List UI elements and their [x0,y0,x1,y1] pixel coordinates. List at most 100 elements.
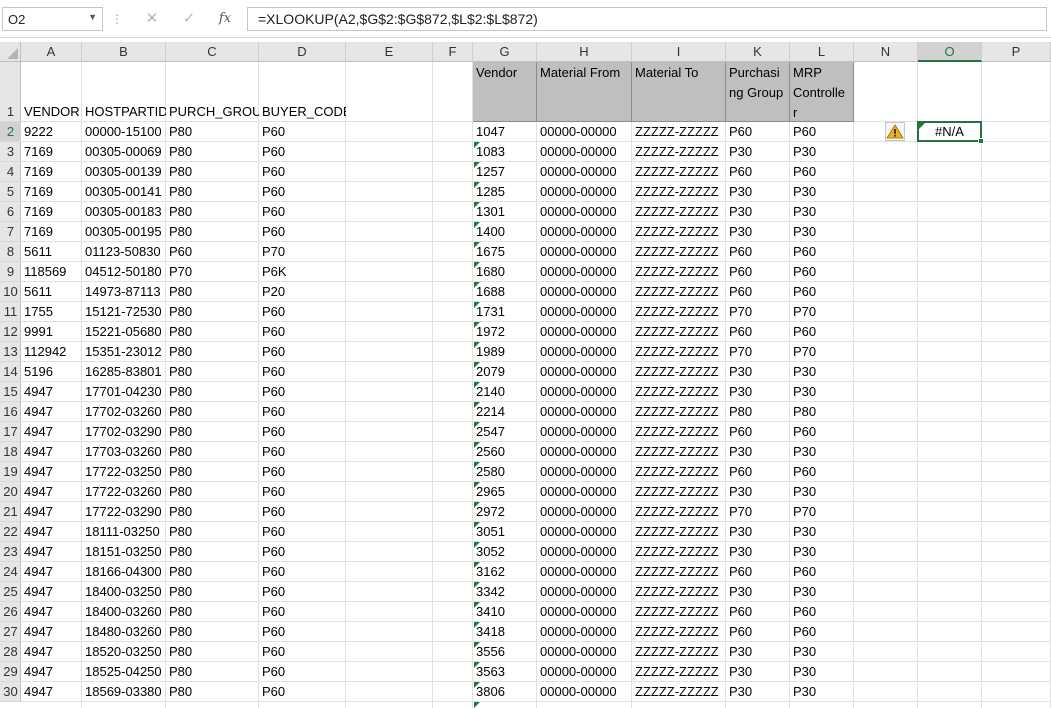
table-cell[interactable]: P60 [259,582,346,602]
table-cell[interactable]: 18111-03250 [82,522,166,542]
row-header[interactable]: 28 [0,642,21,662]
table-cell[interactable]: P80 [166,162,259,182]
warning-icon[interactable] [885,122,905,141]
row-header[interactable]: 20 [0,482,21,502]
table-cell[interactable]: 4947 [21,542,82,562]
row-header[interactable]: 23 [0,542,21,562]
lookup-cell[interactable]: P60 [726,162,790,182]
lookup-cell[interactable]: P60 [726,602,790,622]
table-cell[interactable]: P60 [259,382,346,402]
lookup-cell[interactable]: P30 [790,222,854,242]
table-cell[interactable]: P60 [259,442,346,462]
table-cell[interactable]: P60 [259,542,346,562]
row-header[interactable]: 4 [0,162,21,182]
column-header-e[interactable]: E [346,42,433,62]
lookup-cell[interactable]: ZZZZZ-ZZZZZ [632,662,726,682]
lookup-cell[interactable]: 1047 [473,122,537,142]
lookup-cell[interactable]: 1688 [473,282,537,302]
lookup-cell[interactable]: 00000-00000 [537,302,632,322]
lookup-cell[interactable]: P30 [790,482,854,502]
table-cell[interactable]: P60 [259,602,346,622]
lookup-cell[interactable]: 00000-00000 [537,462,632,482]
table-cell[interactable]: P6K [259,262,346,282]
table-cell[interactable]: P60 [259,662,346,682]
lookup-cell[interactable]: 00000-00000 [537,642,632,662]
lookup-cell[interactable]: 3051 [473,522,537,542]
select-all-button[interactable] [0,42,21,62]
lookup-cell[interactable]: 00000-00000 [537,442,632,462]
lookup-cell[interactable]: ZZZZZ-ZZZZZ [632,442,726,462]
lookup-cell[interactable]: 00000-00000 [537,662,632,682]
lookup-cell[interactable]: P30 [726,682,790,702]
lookup-cell[interactable]: 00000-00000 [537,142,632,162]
table-cell[interactable]: 18525-04250 [82,662,166,682]
lookup-cell[interactable]: P30 [790,362,854,382]
lookup-cell[interactable]: P30 [790,382,854,402]
row-header[interactable]: 19 [0,462,21,482]
table-cell[interactable]: 7169 [21,222,82,242]
table-cell[interactable]: P80 [166,142,259,162]
table-cell[interactable]: 7169 [21,142,82,162]
table-cell[interactable]: 18151-03250 [82,542,166,562]
table-cell[interactable]: P60 [259,322,346,342]
table-cell[interactable]: P80 [166,182,259,202]
lookup-cell[interactable]: 2214 [473,402,537,422]
table-cell[interactable]: 112942 [21,342,82,362]
lookup-cell[interactable]: 1083 [473,142,537,162]
lookup-cell[interactable]: 1972 [473,322,537,342]
lookup-header-cell[interactable]: MRP Controlle r [790,62,854,122]
lookup-cell[interactable]: P30 [726,522,790,542]
lookup-cell[interactable]: ZZZZZ-ZZZZZ [632,162,726,182]
fill-handle[interactable] [978,138,984,144]
table-cell[interactable]: 04512-50180 [82,262,166,282]
table-cell[interactable]: P20 [259,282,346,302]
lookup-cell[interactable]: 1301 [473,202,537,222]
column-header-b[interactable]: B [82,42,166,62]
table-cell[interactable]: P80 [166,122,259,142]
table-cell[interactable]: P60 [259,522,346,542]
row-header[interactable]: 9 [0,262,21,282]
lookup-cell[interactable]: P60 [726,322,790,342]
table-cell[interactable]: P80 [166,222,259,242]
row-header[interactable]: 26 [0,602,21,622]
column-header-a[interactable]: A [21,42,82,62]
lookup-cell[interactable]: P30 [726,222,790,242]
row-header[interactable]: 10 [0,282,21,302]
lookup-cell[interactable]: P30 [726,362,790,382]
row-header[interactable]: 5 [0,182,21,202]
table-cell[interactable]: 4947 [21,422,82,442]
table-cell[interactable]: 18569-03380 [82,682,166,702]
lookup-cell[interactable]: ZZZZZ-ZZZZZ [632,542,726,562]
row-header[interactable]: 18 [0,442,21,462]
table-cell[interactable]: 4947 [21,622,82,642]
row-header[interactable]: 16 [0,402,21,422]
table-cell[interactable]: 17722-03260 [82,482,166,502]
lookup-cell[interactable]: P30 [790,442,854,462]
table-cell[interactable]: 118569 [21,262,82,282]
lookup-cell[interactable]: 00000-00000 [537,582,632,602]
lookup-cell[interactable]: P30 [726,382,790,402]
header-cell[interactable]: VENDOR [21,102,82,122]
row-header[interactable]: 13 [0,342,21,362]
table-cell[interactable]: P80 [166,202,259,222]
lookup-cell[interactable]: ZZZZZ-ZZZZZ [632,642,726,662]
table-cell[interactable]: 7169 [21,162,82,182]
column-header-l[interactable]: L [790,42,854,62]
worksheet-grid[interactable]: ABCDEFGHIKLNOP 1 2 3 4 5 6 7 8 9 10 11 12 13 14 15 16 17… [0,42,1051,708]
lookup-cell[interactable]: ZZZZZ-ZZZZZ [632,362,726,382]
lookup-cell[interactable]: P70 [726,342,790,362]
table-cell[interactable]: P80 [166,682,259,702]
row-header[interactable]: 11 [0,302,21,322]
table-cell[interactable]: P80 [166,302,259,322]
table-cell[interactable]: 15351-23012 [82,342,166,362]
lookup-cell[interactable]: 3563 [473,662,537,682]
lookup-cell[interactable]: P30 [790,542,854,562]
table-cell[interactable]: P80 [166,482,259,502]
column-header-n[interactable]: N [854,42,918,62]
table-cell[interactable]: 18400-03250 [82,582,166,602]
lookup-cell[interactable]: P70 [726,302,790,322]
lookup-cell[interactable]: ZZZZZ-ZZZZZ [632,222,726,242]
row-header[interactable]: 30 [0,682,21,702]
table-cell[interactable]: 18166-04300 [82,562,166,582]
table-cell[interactable]: 00305-00195 [82,222,166,242]
